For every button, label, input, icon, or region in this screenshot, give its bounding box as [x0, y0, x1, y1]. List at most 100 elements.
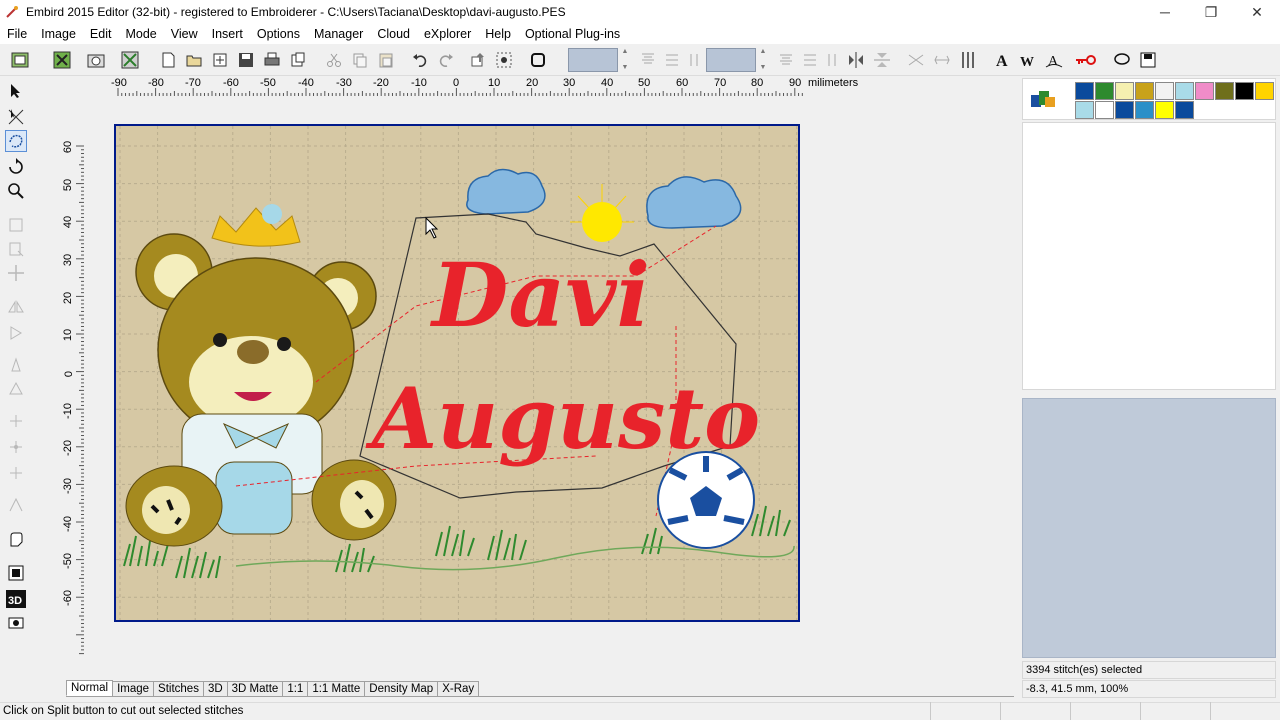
objects-list[interactable] [1022, 122, 1276, 390]
arrow-select-icon[interactable] [5, 80, 27, 102]
scale-field[interactable] [706, 48, 756, 72]
distribute-icon[interactable] [904, 48, 928, 72]
tab-1-1[interactable]: 1:1 [282, 681, 309, 696]
color-swatch[interactable] [1135, 82, 1154, 100]
tab-3d-matte[interactable]: 3D Matte [226, 681, 284, 696]
move-icon[interactable] [5, 262, 27, 284]
menu-cloud[interactable]: Cloud [370, 27, 417, 41]
menu-file[interactable]: File [0, 27, 34, 41]
restore-button[interactable]: ❐ [1188, 0, 1234, 24]
menu-options[interactable]: Options [250, 27, 307, 41]
menu-mode[interactable]: Mode [118, 27, 163, 41]
columns-icon[interactable] [956, 48, 980, 72]
menu-image[interactable]: Image [34, 27, 83, 41]
stitch-list-icon[interactable] [5, 562, 27, 584]
menu-manager[interactable]: Manager [307, 27, 370, 41]
copy-icon[interactable] [348, 48, 372, 72]
close-button[interactable]: ✕ [1234, 0, 1280, 24]
key-icon[interactable] [1074, 48, 1098, 72]
menu-edit[interactable]: Edit [83, 27, 119, 41]
color-swatch[interactable] [1155, 82, 1174, 100]
lasso-icon[interactable] [1110, 48, 1134, 72]
align-bottom-icon[interactable] [682, 48, 706, 72]
color-swatch[interactable] [1095, 82, 1114, 100]
import-icon[interactable] [208, 48, 232, 72]
color-swatch[interactable] [1175, 101, 1194, 119]
print-icon[interactable] [260, 48, 284, 72]
tab-image[interactable]: Image [112, 681, 155, 696]
center-icon[interactable] [492, 48, 516, 72]
cut-icon[interactable] [322, 48, 346, 72]
scale-spinner[interactable]: ▲ ▼ [758, 48, 768, 72]
color-swatch[interactable] [1155, 101, 1174, 119]
color-swatch[interactable] [1075, 101, 1094, 119]
tab-density-map[interactable]: Density Map [364, 681, 439, 696]
menu-explorer[interactable]: eXplorer [417, 27, 478, 41]
stitch-grid-icon[interactable] [118, 48, 142, 72]
color-swatch[interactable] [1095, 101, 1114, 119]
redo-icon[interactable] [434, 48, 458, 72]
menu-view[interactable]: View [164, 27, 205, 41]
resize-icon[interactable] [5, 238, 27, 260]
rotation-field[interactable] [568, 48, 618, 72]
design-canvas[interactable]: Davi Augusto [114, 124, 800, 622]
hand-split-icon[interactable] [5, 528, 27, 550]
hoop-icon[interactable] [8, 48, 32, 72]
rectangle-select-icon[interactable] [5, 214, 27, 236]
menu-help[interactable]: Help [478, 27, 518, 41]
align-middle-icon[interactable] [660, 48, 684, 72]
mirror-horizontal-icon[interactable] [844, 48, 868, 72]
menu-optional-plugins[interactable]: Optional Plug-ins [518, 27, 627, 41]
move-up-icon[interactable] [466, 48, 490, 72]
spacing-icon[interactable] [930, 48, 954, 72]
stop-icon[interactable] [526, 48, 550, 72]
minimize-button[interactable]: ─ [1142, 0, 1188, 24]
color-swatch[interactable] [1235, 82, 1254, 100]
node-add-icon[interactable] [5, 436, 27, 458]
node-delete-icon[interactable] [5, 462, 27, 484]
align-top-icon[interactable] [636, 48, 660, 72]
multi-select-icon[interactable] [5, 106, 27, 128]
3d-view-icon[interactable]: 3D [5, 588, 27, 610]
color-swatch[interactable] [1115, 82, 1134, 100]
tab-3d[interactable]: 3D [202, 681, 228, 696]
skew-icon[interactable] [5, 354, 27, 376]
menu-insert[interactable]: Insert [205, 27, 250, 41]
export-icon[interactable] [286, 48, 310, 72]
flip-vertical-icon[interactable] [5, 322, 27, 344]
save-icon[interactable] [234, 48, 258, 72]
node-edit-icon[interactable] [5, 410, 27, 432]
color-swatch[interactable] [1135, 101, 1154, 119]
mirror-vertical-icon[interactable] [870, 48, 894, 72]
rotate-shape-icon[interactable] [5, 378, 27, 400]
tab-normal[interactable]: Normal [66, 680, 114, 696]
undo-icon[interactable] [408, 48, 432, 72]
color-swatch[interactable] [1255, 82, 1274, 100]
new-file-icon[interactable] [156, 48, 180, 72]
color-swatch[interactable] [1215, 82, 1234, 100]
machine-icon[interactable] [5, 612, 27, 634]
color-swatch[interactable] [1075, 82, 1094, 100]
save-selection-icon[interactable] [1136, 48, 1160, 72]
camera-icon[interactable] [84, 48, 108, 72]
rotate-icon[interactable] [5, 156, 27, 178]
paste-icon[interactable] [374, 48, 398, 72]
scale-reset-icon[interactable] [820, 48, 844, 72]
tab-1-1-matte[interactable]: 1:1 Matte [307, 681, 366, 696]
flip-horizontal-icon[interactable] [5, 296, 27, 318]
scale-down-icon[interactable] [798, 48, 822, 72]
text-arc-icon[interactable]: A [1042, 48, 1066, 72]
color-swatch[interactable] [1115, 101, 1134, 119]
scale-up-icon[interactable] [774, 48, 798, 72]
color-swatch[interactable] [1175, 82, 1194, 100]
tab-x-ray[interactable]: X-Ray [437, 681, 480, 696]
open-file-icon[interactable] [182, 48, 206, 72]
tab-stitches[interactable]: Stitches [153, 681, 204, 696]
text-tool-icon[interactable]: A [990, 48, 1014, 72]
rotation-spinner[interactable]: ▲ ▼ [620, 48, 630, 72]
color-swatch[interactable] [1195, 82, 1214, 100]
lasso-select-icon[interactable] [5, 130, 27, 152]
zoom-icon[interactable] [5, 180, 27, 202]
stitch-editor-icon[interactable] [5, 494, 27, 516]
thread-colors-icon[interactable] [1029, 87, 1057, 111]
